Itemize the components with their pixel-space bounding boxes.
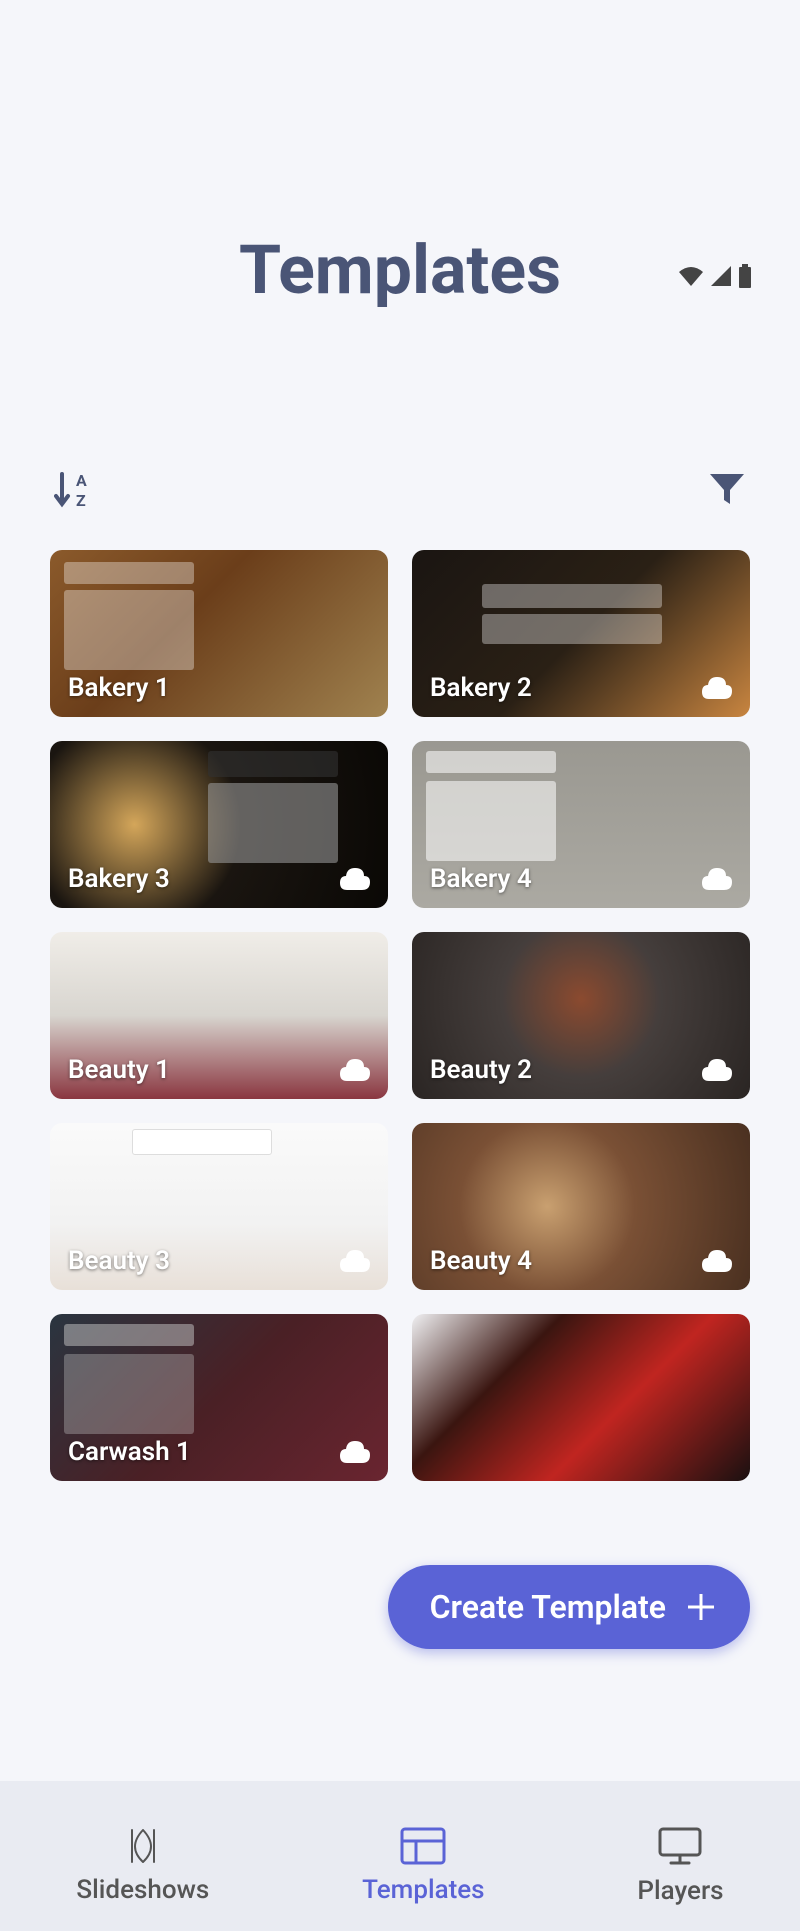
template-grid: Bakery 1 Bakery 2 Bakery 3 Bakery 4 Beau… <box>0 550 800 1481</box>
template-card[interactable]: Beauty 3 <box>50 1123 388 1290</box>
template-card[interactable]: Beauty 4 <box>412 1123 750 1290</box>
card-overlay <box>64 1324 194 1346</box>
nav-label: Templates <box>362 1875 484 1905</box>
slideshows-icon <box>121 1827 165 1865</box>
template-label: Bakery 3 <box>68 864 170 894</box>
templates-icon <box>400 1827 446 1865</box>
sort-az-button[interactable]: A Z <box>54 470 92 514</box>
wifi-icon <box>678 266 704 286</box>
cloud-icon <box>340 868 370 894</box>
card-overlay <box>426 781 556 861</box>
toolbar: A Z <box>0 470 800 514</box>
template-label: Beauty 2 <box>430 1055 532 1085</box>
template-card[interactable]: Bakery 1 <box>50 550 388 717</box>
card-overlay <box>208 783 338 863</box>
status-bar <box>678 264 752 288</box>
card-overlay <box>482 614 662 644</box>
template-label: Beauty 3 <box>68 1246 170 1276</box>
nav-players[interactable]: Players <box>637 1826 723 1906</box>
nav-label: Slideshows <box>76 1875 209 1905</box>
template-label: Carwash 1 <box>68 1437 191 1467</box>
cloud-icon <box>702 677 732 703</box>
template-card[interactable]: Beauty 2 <box>412 932 750 1099</box>
card-overlay <box>64 590 194 670</box>
players-icon <box>657 1826 703 1866</box>
template-card[interactable]: Carwash 1 <box>50 1314 388 1481</box>
card-overlay <box>482 584 662 608</box>
cloud-icon <box>702 868 732 894</box>
filter-button[interactable] <box>708 472 746 512</box>
template-card[interactable] <box>412 1314 750 1481</box>
svg-text:Z: Z <box>76 491 86 510</box>
card-overlay <box>132 1129 272 1155</box>
nav-slideshows[interactable]: Slideshows <box>76 1827 209 1905</box>
create-template-button[interactable]: Create Template <box>388 1565 750 1649</box>
nav-templates[interactable]: Templates <box>362 1827 484 1905</box>
template-label: Beauty 4 <box>430 1246 532 1276</box>
card-background <box>412 1314 750 1481</box>
template-card[interactable]: Beauty 1 <box>50 932 388 1099</box>
fab-label: Create Template <box>430 1588 666 1626</box>
plus-icon <box>684 1590 718 1624</box>
template-card[interactable]: Bakery 2 <box>412 550 750 717</box>
template-label: Bakery 1 <box>68 673 170 703</box>
battery-icon <box>738 264 752 288</box>
template-card[interactable]: Bakery 4 <box>412 741 750 908</box>
card-overlay <box>64 1354 194 1434</box>
template-label: Beauty 1 <box>68 1055 170 1085</box>
signal-icon <box>710 266 732 286</box>
cloud-icon <box>702 1059 732 1085</box>
template-label: Bakery 2 <box>430 673 532 703</box>
card-overlay <box>64 562 194 584</box>
cloud-icon <box>702 1250 732 1276</box>
cloud-icon <box>340 1059 370 1085</box>
card-overlay <box>426 751 556 773</box>
cloud-icon <box>340 1441 370 1467</box>
template-card[interactable]: Bakery 3 <box>50 741 388 908</box>
svg-text:A: A <box>76 471 87 490</box>
bottom-nav: Slideshows Templates Players <box>0 1781 800 1931</box>
template-label: Bakery 4 <box>430 864 532 894</box>
card-overlay <box>208 751 338 777</box>
nav-label: Players <box>637 1876 723 1906</box>
cloud-icon <box>340 1250 370 1276</box>
